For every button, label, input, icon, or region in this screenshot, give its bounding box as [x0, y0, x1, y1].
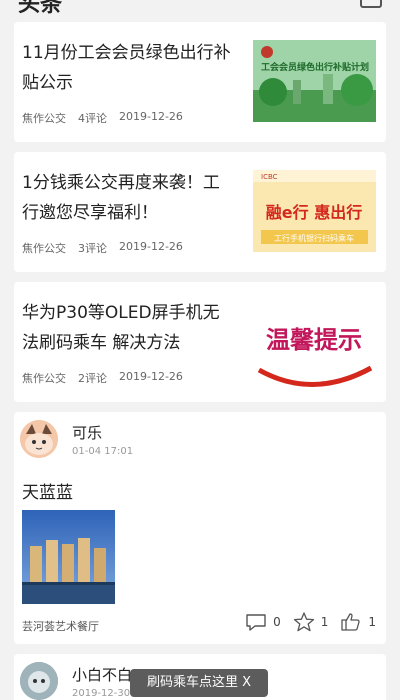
- post-image[interactable]: [22, 510, 115, 604]
- news-source: 焦作公交: [22, 372, 66, 385]
- comment-icon: [246, 614, 266, 631]
- thumbnail-caption: 工会会员绿色出行补贴计划: [261, 61, 369, 73]
- news-meta: 焦作公交 3评论 2019-12-26: [22, 240, 183, 256]
- star-count: 1: [320, 615, 329, 629]
- thumbnail-caption: 融e行 惠出行: [266, 203, 362, 222]
- news-meta: 焦作公交 4评论 2019-12-26: [22, 110, 183, 126]
- star-icon: [293, 612, 314, 632]
- thumbs-up-icon: [341, 613, 361, 631]
- favorite-button[interactable]: 1: [293, 612, 329, 632]
- post-card[interactable]: 可乐 01-04 17:01 天蓝蓝 芸河荟艺术餐厅 0 1 1: [14, 412, 386, 644]
- avatar[interactable]: [20, 420, 58, 458]
- warm-reminder-image: 温馨提示: [253, 290, 376, 390]
- green-travel-image: 工会会员绿色出行补贴计划: [253, 40, 376, 122]
- message-icon[interactable]: [360, 0, 382, 8]
- page-title: 头条: [18, 0, 63, 17]
- news-comments: 4评论: [78, 112, 107, 125]
- like-count: 1: [368, 615, 376, 629]
- news-thumbnail: 温馨提示: [253, 290, 376, 390]
- news-comments: 3评论: [78, 242, 107, 255]
- post-time: 01-04 17:01: [72, 446, 134, 457]
- news-title: 11月份工会会员绿色出行补贴公示: [22, 43, 231, 93]
- news-meta: 焦作公交 2评论 2019-12-26: [22, 370, 183, 386]
- news-title: 1分钱乘公交再度来袭！工行邀您尽享福利！: [22, 173, 220, 223]
- news-card[interactable]: 11月份工会会员绿色出行补贴公示 焦作公交 4评论 2019-12-26 工会会…: [14, 22, 386, 142]
- post-location: 芸河荟艺术餐厅: [22, 620, 99, 633]
- comment-count: 0: [273, 615, 281, 629]
- news-comments: 2评论: [78, 372, 107, 385]
- comment-button[interactable]: 0: [245, 612, 281, 632]
- post-actions: 0 1 1: [245, 612, 376, 632]
- buildings-photo: [22, 510, 115, 604]
- news-thumbnail: 工会会员绿色出行补贴计划: [253, 40, 376, 122]
- post-author[interactable]: 可乐: [72, 422, 102, 443]
- news-title: 华为P30等OLED屏手机无法刷码乘车 解决方法: [22, 303, 220, 353]
- news-date: 2019-12-26: [119, 110, 183, 123]
- thumbnail-subcaption: 工行手机银行扫码乘车: [274, 233, 354, 243]
- cat-avatar-icon: [20, 420, 58, 458]
- scan-to-ride-toast[interactable]: 刷码乘车点这里 X: [130, 669, 268, 697]
- avatar[interactable]: [20, 662, 58, 700]
- news-date: 2019-12-26: [119, 370, 183, 383]
- news-thumbnail: ICBC 融e行 惠出行 工行手机银行扫码乘车: [253, 170, 376, 252]
- news-card[interactable]: 华为P30等OLED屏手机无法刷码乘车 解决方法 焦作公交 2评论 2019-1…: [14, 282, 386, 402]
- news-card[interactable]: 1分钱乘公交再度来袭！工行邀您尽享福利！ 焦作公交 3评论 2019-12-26…: [14, 152, 386, 272]
- post-time: 2019-12-30: [72, 688, 131, 699]
- top-bar: 头条: [0, 0, 400, 17]
- thumbnail-caption: 温馨提示: [266, 326, 362, 354]
- icbc-promo-image: ICBC 融e行 惠出行 工行手机银行扫码乘车: [253, 170, 376, 252]
- like-button[interactable]: 1: [340, 612, 376, 632]
- robot-avatar-icon: [20, 662, 58, 700]
- news-source: 焦作公交: [22, 242, 66, 255]
- post-author[interactable]: 小白不白: [72, 664, 132, 685]
- news-date: 2019-12-26: [119, 240, 183, 253]
- post-text: 天蓝蓝: [22, 483, 73, 503]
- svg-text:ICBC: ICBC: [261, 173, 278, 181]
- news-source: 焦作公交: [22, 112, 66, 125]
